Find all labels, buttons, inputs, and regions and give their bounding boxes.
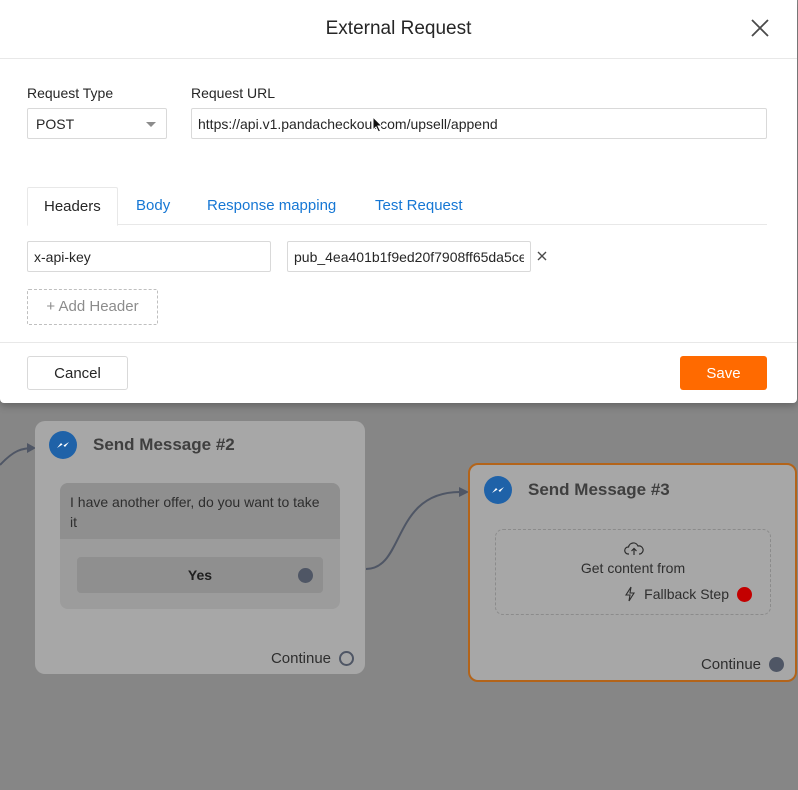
node-header: Send Message #2 [49,431,235,459]
messenger-icon [484,476,512,504]
message-text: I have another offer, do you want to tak… [60,483,340,539]
request-type-value: POST [36,116,75,132]
continue-label: Continue [270,650,331,667]
continue-port[interactable] [339,651,354,666]
node-header: Send Message #3 [484,476,670,504]
message-bubble[interactable]: I have another offer, do you want to tak… [60,483,340,609]
button-output-port[interactable] [298,568,313,583]
tab-body[interactable]: Body [136,187,170,225]
fallback-port[interactable] [737,586,752,602]
fallback-step: Fallback Step [624,586,752,602]
continue-port[interactable] [769,657,784,672]
modal-title: External Request [325,18,472,39]
cancel-button[interactable]: Cancel [27,356,128,390]
external-request-modal: External Request Request Type Request UR… [0,0,797,403]
modal-footer: Cancel Save [0,342,797,403]
send-message-2-node[interactable]: Send Message #2 I have another offer, do… [35,421,365,674]
close-icon[interactable] [749,17,771,39]
request-tabs: Headers Body Response mapping Test Reque… [27,187,767,226]
quick-reply-button[interactable]: Yes [77,557,323,593]
continue-connector: Continue [701,656,784,673]
modal-header: External Request [0,0,797,59]
quick-reply-label: Yes [187,567,213,583]
content-source-label: Get content from [580,560,686,576]
request-url-input[interactable] [191,108,767,139]
node-title: Send Message #2 [93,435,235,454]
send-message-3-node[interactable]: Send Message #3 Get content from Fallbac… [468,463,797,682]
continue-label: Continue [700,656,761,673]
lightning-icon [625,586,636,602]
tab-headers[interactable]: Headers [27,187,118,226]
node-title: Send Message #3 [528,480,670,499]
header-key-input[interactable] [27,241,271,272]
tab-test-request[interactable]: Test Request [375,187,463,225]
messenger-icon [49,431,77,459]
caret-down-icon [146,122,156,127]
fallback-label: Fallback Step [644,586,729,602]
request-type-label: Request Type [27,85,114,101]
request-url-label: Request URL [191,85,276,101]
save-button[interactable]: Save [680,356,767,390]
header-value-input[interactable] [287,241,531,272]
request-type-select[interactable]: POST [27,108,167,139]
add-header-button[interactable]: + Add Header [27,289,158,325]
dynamic-content-block[interactable]: Get content from Fallback Step [495,529,771,615]
continue-connector: Continue [271,650,354,667]
mouse-cursor-icon [372,116,383,133]
remove-header-icon[interactable] [536,250,548,262]
cloud-upload-icon [624,542,644,555]
tab-response-mapping[interactable]: Response mapping [207,187,336,225]
